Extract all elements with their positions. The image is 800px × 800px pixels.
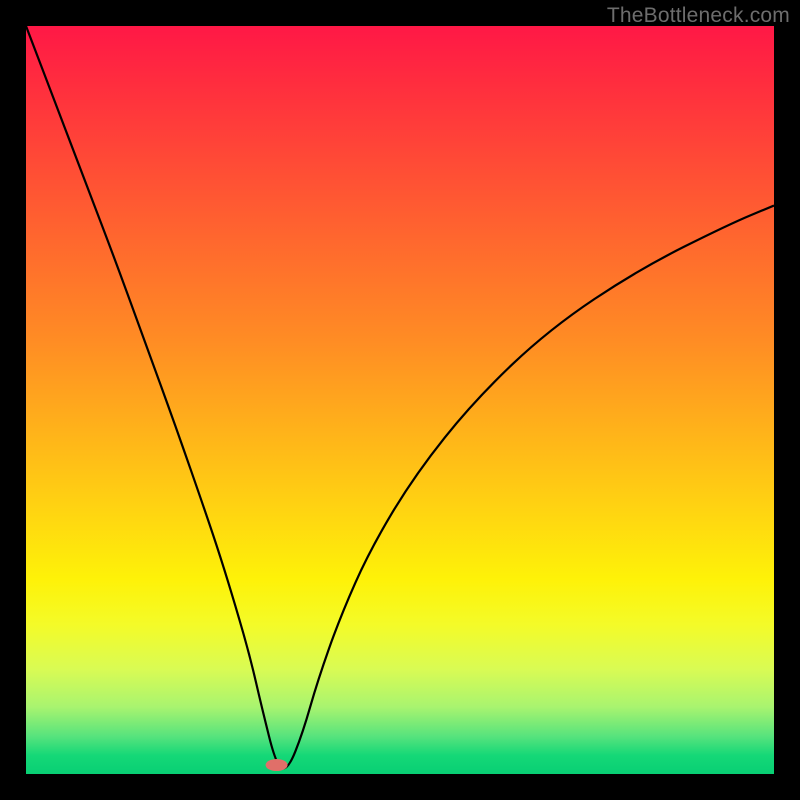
chart-frame: TheBottleneck.com	[0, 0, 800, 800]
watermark-text: TheBottleneck.com	[607, 4, 790, 28]
gradient-background	[26, 26, 774, 774]
plot-area	[26, 26, 774, 774]
